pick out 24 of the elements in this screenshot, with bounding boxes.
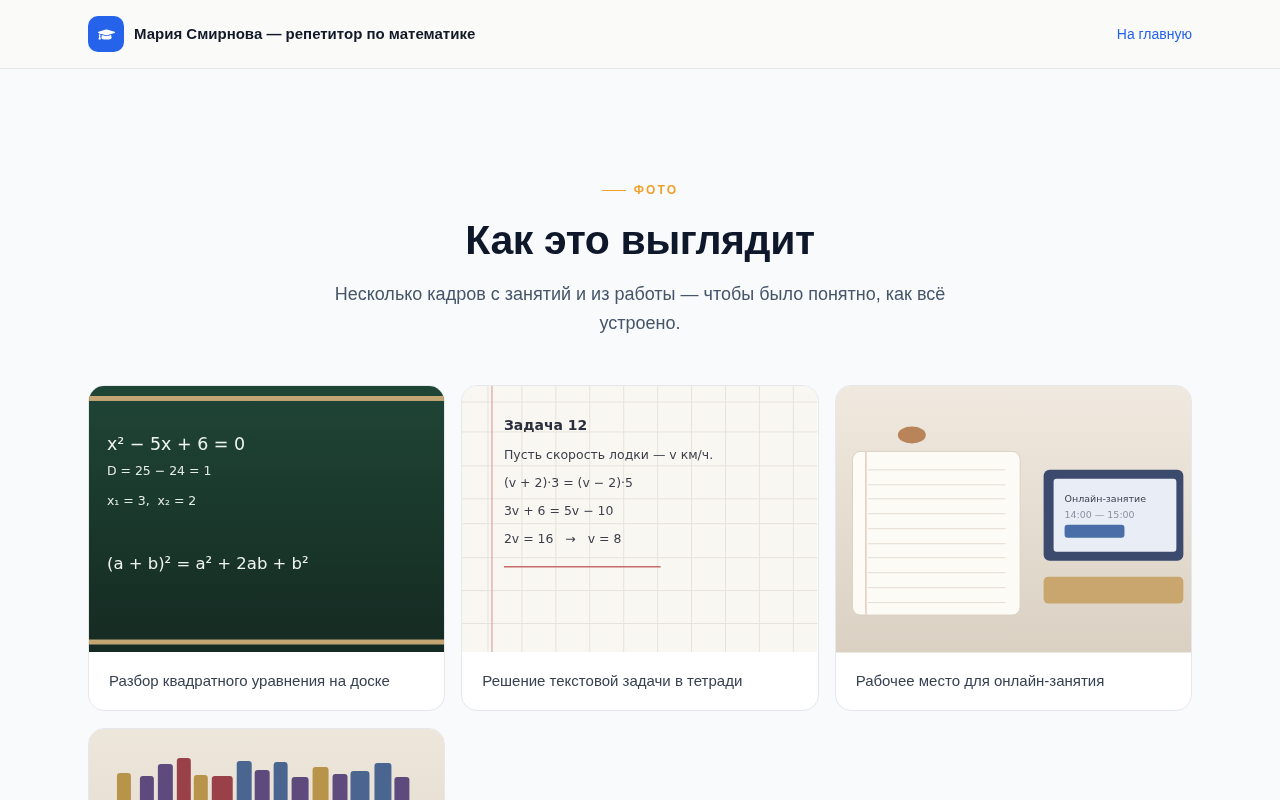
- site-title: Мария Смирнова — репетитор по математике: [134, 23, 476, 44]
- section-eyebrow: ФОТО: [633, 182, 679, 198]
- screen-time: 14:00 — 15:00: [1064, 509, 1135, 521]
- photo-caption: Решение текстовой задачи в тетради: [482, 670, 743, 691]
- chalkboard-formula: x₁ = 3, x₂ = 2: [106, 493, 197, 509]
- chalkboard-formula: D = 25 − 24 = 1: [106, 463, 212, 479]
- section-subtitle: Несколько кадров с занятий и из работы — чтобы было понятно, как всё устроено.: [333, 283, 947, 335]
- book-spine: [394, 776, 410, 800]
- home-link[interactable]: На главную: [1116, 23, 1192, 45]
- solution-line: Пусть скорость лодки — v км/ч.: [504, 447, 714, 463]
- book-spine: [374, 762, 392, 800]
- oval-icon: [897, 426, 926, 444]
- solution-line: 2v = 16 → v = 8: [504, 531, 622, 547]
- eyebrow-line: [601, 189, 626, 191]
- chalkboard-formula: (a + b)² = a² + 2ab + b²: [106, 554, 309, 574]
- screen-title: Онлайн-занятие: [1064, 493, 1146, 505]
- graduation-cap-icon: [88, 16, 124, 52]
- task-heading: Задача 12: [504, 416, 588, 433]
- photo-caption: Разбор квадратного уравнения на доске: [109, 670, 390, 691]
- solution-line: 3v + 6 = 5v − 10: [504, 503, 614, 519]
- section-title: Как это выглядит: [465, 216, 815, 264]
- photo-caption: Рабочее место для онлайн-занятия: [855, 670, 1105, 691]
- solution-line: (v + 2)·3 = (v − 2)·5: [504, 475, 634, 491]
- chalkboard-formula: x² − 5x + 6 = 0: [106, 433, 246, 454]
